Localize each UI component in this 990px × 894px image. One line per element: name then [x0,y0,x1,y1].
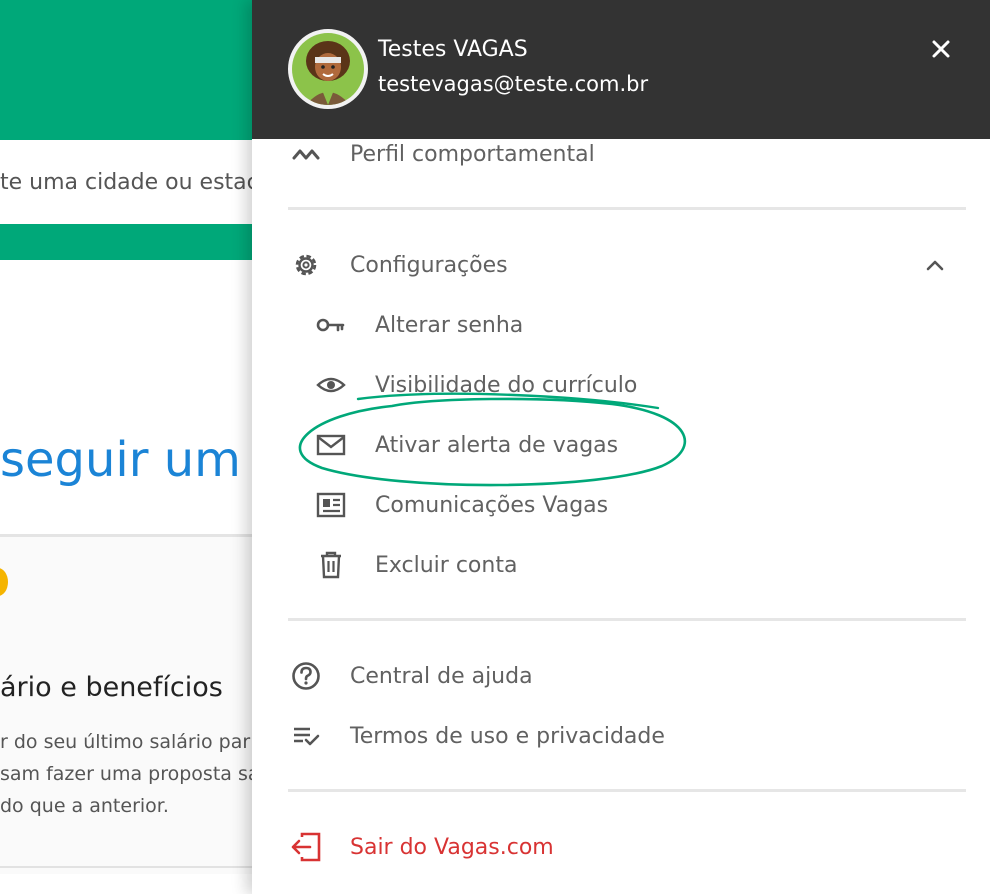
menu-item-label: Sair do Vagas.com [350,834,554,860]
divider [288,618,966,621]
menu-item-job-alert[interactable]: Ativar alerta de vagas [315,421,618,469]
menu-item-label: Comunicações Vagas [375,492,609,518]
checklist-icon [290,720,322,752]
newsletter-icon [315,489,347,521]
menu-item-communications[interactable]: Comunicações Vagas [315,481,608,529]
card-title: ário e benefícios [0,672,223,703]
help-circle-icon [290,660,322,692]
key-icon [315,309,347,341]
menu-item-behavioral-profile[interactable]: Perfil comportamental [290,130,595,178]
menu-item-delete-account[interactable]: Excluir conta [315,541,517,589]
menu-item-settings[interactable]: Configurações [290,241,508,289]
menu-item-label: Excluir conta [375,552,518,578]
gear-icon [290,249,322,281]
card-description-line: do que a anterior. [0,795,169,817]
menu-item-label: Termos de uso e privacidade [350,723,665,749]
benefits-card [0,534,252,874]
settings-collapse-toggle[interactable] [920,252,950,278]
envelope-icon [315,429,347,461]
card-description-line: sam fazer uma proposta sa [0,763,260,785]
eye-icon [315,369,347,401]
menu-item-label: Alterar senha [375,312,524,338]
logout-icon [290,831,322,863]
menu-item-terms[interactable]: Termos de uso e privacidade [290,712,665,760]
close-icon [932,40,950,58]
trash-icon [315,549,347,581]
menu-item-logout[interactable]: Sair do Vagas.com [290,823,554,871]
chevron-up-icon [926,260,944,271]
pulse-icon [290,138,322,170]
menu-item-label: Configurações [350,252,508,278]
card-description: r do seu último salário par sam fazer um… [0,726,260,822]
menu-item-label: Perfil comportamental [350,141,595,167]
avatar-illustration [292,33,364,105]
menu-item-resume-visibility[interactable]: Visibilidade do currículo [315,361,637,409]
card-description-line: r do seu último salário par [0,731,251,753]
avatar[interactable] [288,29,368,109]
location-search-placeholder: te uma cidade ou estac [0,170,259,195]
divider [288,207,966,210]
menu-item-label: Ativar alerta de vagas [375,432,619,458]
menu-item-label: Visibilidade do currículo [375,372,638,398]
menu-item-change-password[interactable]: Alterar senha [315,301,523,349]
menu-item-help-center[interactable]: Central de ajuda [290,652,533,700]
menu-item-label: Central de ajuda [350,663,533,689]
card-divider [0,866,252,868]
drawer-header: Testes VAGAS testevagas@teste.com.br [252,0,990,139]
close-button[interactable] [926,34,956,64]
user-menu-drawer: Testes VAGAS testevagas@teste.com.br Per… [252,0,990,894]
divider [288,789,966,792]
user-email: testevagas@teste.com.br [378,72,649,96]
user-name: Testes VAGAS [378,37,528,62]
